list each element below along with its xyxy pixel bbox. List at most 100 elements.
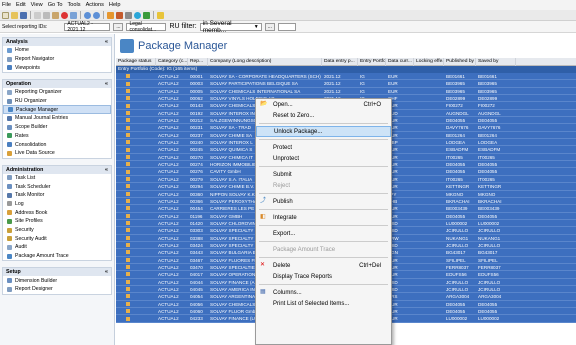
column-header[interactable]: Locking effe...: [414, 57, 444, 66]
column-header[interactable]: Published by: [444, 57, 476, 66]
menu-item-publish[interactable]: ⤴ Publish: [256, 196, 391, 207]
delete-icon[interactable]: [61, 11, 68, 19]
sidebar-item-package-amount-trace[interactable]: Package Amount Trace: [3, 252, 111, 261]
setup-section-header[interactable]: Setup «: [3, 268, 111, 277]
sidebar-item-security-audit[interactable]: Security Audit: [3, 234, 111, 243]
package-status-icon: [126, 228, 130, 233]
legal-consolidation-field[interactable]: Legal consolidat...: [126, 21, 167, 33]
menu-item-unprotect[interactable]: Unprotect: [256, 153, 391, 164]
column-header[interactable]: Entry Portfoli...: [358, 57, 386, 66]
package-status-cell: [116, 308, 156, 314]
column-header[interactable]: Company (Long description): [208, 57, 322, 66]
menu-item-shortcut: Ctrl+O: [363, 101, 381, 108]
analysis-section-header[interactable]: Analysis «: [3, 38, 111, 46]
dot-icon[interactable]: [134, 11, 141, 19]
column-header[interactable]: Rep...: [188, 57, 208, 66]
administration-section-header[interactable]: Administration «: [3, 165, 111, 174]
sidebar-item-security[interactable]: Security: [3, 226, 111, 235]
sidebar-item-rates[interactable]: Rates: [3, 132, 111, 141]
help-icon[interactable]: [157, 11, 164, 19]
sidebar-item-home[interactable]: Home: [3, 46, 111, 55]
arrow-icon[interactable]: [143, 11, 150, 19]
sidebar-item-package-manager[interactable]: Package Manager: [3, 105, 111, 115]
sidebar-item-task-monitor[interactable]: Task Monitor: [3, 191, 111, 200]
copy-icon[interactable]: [43, 11, 50, 19]
collapse-icon[interactable]: «: [105, 39, 108, 45]
filter-icon[interactable]: [107, 11, 114, 19]
operation-section-header[interactable]: Operation «: [3, 80, 111, 89]
menu-item-print-list-of-selected-items[interactable]: Print List of Selected Items...: [256, 298, 391, 309]
reporting-id-browse-button[interactable]: ...: [113, 22, 124, 31]
column-header[interactable]: Package status: [116, 57, 156, 66]
menu-item-delete[interactable]: ✕ Delete Ctrl+Del: [256, 260, 391, 271]
menu-item-export[interactable]: Export...: [256, 228, 391, 239]
ru-filter-extra-field[interactable]: [277, 22, 296, 31]
package-status-icon: [126, 81, 130, 86]
group-row[interactable]: Entry Portfolio (Code): IG (165 items): [116, 66, 576, 73]
reporting-id-field[interactable]: ACTUAL2 - 2021.12: [64, 21, 111, 33]
ru-filter-dropdown[interactable]: in Several memb... ▼: [199, 20, 262, 34]
package-status-icon: [126, 279, 130, 284]
menu-item-unlock-package[interactable]: Unlock Package...: [256, 126, 391, 137]
sidebar-item-report-designer[interactable]: Report Designer: [3, 285, 111, 294]
menu-tools[interactable]: Tools: [68, 2, 81, 8]
sidebar-item-viewpoints[interactable]: Viewpoints: [3, 63, 111, 72]
sidebar-item-live-data-source[interactable]: Live Data Source: [3, 149, 111, 158]
collapse-icon[interactable]: «: [105, 269, 108, 275]
sidebar-item-report-navigator[interactable]: Report Navigator: [3, 55, 111, 64]
open-icon[interactable]: [11, 11, 18, 19]
table-row[interactable]: ACTUAL2 00001 SOLVAY SA - CORPORATE HEADQU…: [116, 73, 576, 81]
sidebar-item-task-list[interactable]: Task List: [3, 174, 111, 183]
table-icon[interactable]: [125, 11, 132, 19]
sidebar-item-task-scheduler[interactable]: Task Scheduler: [3, 182, 111, 191]
scope-icon: [7, 124, 12, 130]
menu-item-display-trace-reports[interactable]: Display Trace Reports: [256, 271, 391, 282]
column-header[interactable]: Data curr...: [386, 57, 414, 66]
menu-item-columns[interactable]: ▦ Columns...: [256, 287, 391, 298]
menu-item-reset-to-zero[interactable]: Reset to Zero...: [256, 110, 391, 121]
new-icon[interactable]: [2, 11, 9, 19]
collapse-icon[interactable]: «: [105, 81, 108, 87]
menu-item-submit[interactable]: Submit: [256, 169, 391, 180]
menu-help[interactable]: Help: [109, 2, 121, 8]
sidebar-item-manual-journal-entries[interactable]: Manual Journal Entries: [3, 114, 111, 123]
menu-file[interactable]: File: [2, 2, 11, 8]
table-cell: SOLVAY PARTICIPATIONS BELGIQUE SA: [210, 81, 298, 87]
menu-separator: [259, 225, 388, 226]
paste-icon[interactable]: [52, 11, 59, 19]
column-header[interactable]: Data entry p...: [322, 57, 358, 66]
sidebar-item-site-profiles[interactable]: Site Profiles: [3, 217, 111, 226]
column-header[interactable]: Category (c...: [156, 57, 188, 66]
sidebar-item-reporting-organizer[interactable]: Reporting Organizer: [3, 88, 111, 97]
table-cell: 00279: [190, 176, 203, 182]
column-header[interactable]: Saved by: [476, 57, 516, 66]
sidebar-item-log[interactable]: Log: [3, 200, 111, 209]
sidebar-item-consolidation[interactable]: Consolidation: [3, 140, 111, 149]
sidebar-item-dimension-builder[interactable]: Dimension Builder: [3, 276, 111, 285]
sidebar-item-ru-organizer[interactable]: RU Organizer: [3, 97, 111, 106]
table-cell: BE01661: [478, 74, 497, 79]
menu-edit[interactable]: Edit: [16, 2, 26, 8]
menu-item-open[interactable]: 📂 Open... Ctrl+O: [256, 99, 391, 110]
ru-filter-more-button[interactable]: ...: [264, 22, 275, 31]
menu-view[interactable]: View: [31, 2, 43, 8]
collapse-icon[interactable]: «: [105, 167, 108, 173]
table-row[interactable]: ACTUAL2 00003 SOLVAY PARTICIPATIONS BELGIQ…: [116, 80, 576, 88]
menu-go-to[interactable]: Go To: [48, 2, 63, 8]
forward-icon[interactable]: [93, 11, 100, 19]
menu-item-integrate[interactable]: ◧ Integrate: [256, 212, 391, 223]
table-cell: [414, 279, 444, 285]
table-cell: MKGNO: [446, 191, 464, 197]
save-icon[interactable]: [20, 11, 27, 19]
table-row[interactable]: ACTUAL2 00005 SOLVAY CHEMICALS INTERNATION…: [116, 87, 576, 96]
sidebar-item-address-book[interactable]: Address Book: [3, 208, 111, 217]
sidebar-item-audit[interactable]: Audit: [3, 243, 111, 252]
chart-icon[interactable]: [116, 11, 123, 19]
sidebar-item-label: Log: [15, 200, 24, 207]
grid-icon[interactable]: [70, 11, 77, 19]
sidebar-item-scope-builder[interactable]: Scope Builder: [3, 123, 111, 132]
menu-item-protect[interactable]: Protect: [256, 142, 391, 153]
menu-actions[interactable]: Actions: [86, 2, 104, 8]
back-icon[interactable]: [84, 11, 91, 19]
cut-icon[interactable]: [34, 11, 41, 19]
